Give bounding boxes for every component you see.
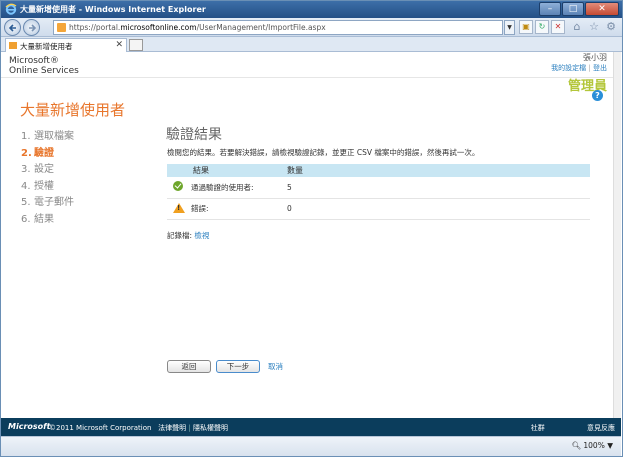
log-file-line: 記錄檔: 檢視	[167, 230, 209, 241]
minimize-button[interactable]: –	[539, 2, 561, 16]
tab-favicon-icon	[9, 42, 17, 49]
footer-separator: |	[188, 424, 191, 432]
table-row: 通過驗證的使用者: 5	[167, 177, 590, 199]
refresh-icon[interactable]: ↻	[535, 20, 549, 34]
step-settings: 3. 設定	[21, 164, 54, 175]
back-button[interactable]: 返回	[167, 360, 211, 373]
column-header-count: 數量	[287, 164, 590, 177]
log-file-label: 記錄檔:	[167, 231, 193, 240]
view-log-link[interactable]: 檢視	[194, 231, 209, 240]
feedback-link[interactable]: 意見反應	[587, 424, 615, 432]
page-content: Microsoft® Online Services 張小羽 我的設定檔 | 登…	[1, 52, 613, 418]
row-count: 5	[287, 177, 590, 199]
site-favicon-icon	[57, 23, 66, 32]
row-label: 錯誤:	[191, 198, 287, 220]
cancel-link[interactable]: 取消	[268, 361, 283, 372]
address-bar[interactable]: https://portal.microsoftonline.com/UserM…	[53, 20, 503, 35]
zoom-icon: 🔍︎	[571, 441, 581, 450]
table-header-row: 結果 數量	[167, 164, 590, 177]
tab-bar: 大量新增使用者 ✕	[1, 37, 622, 52]
table-row: 錯誤: 0	[167, 198, 590, 220]
title-bar: 大量新增使用者 - Windows Internet Explorer – □ …	[1, 1, 622, 18]
forward-nav-button[interactable]	[23, 19, 40, 36]
url-text: https://portal.microsoftonline.com/UserM…	[69, 23, 326, 32]
step-results: 6. 結果	[21, 213, 54, 225]
arrow-left-icon	[8, 24, 16, 32]
my-profile-link[interactable]: 我的設定檔	[551, 64, 586, 72]
microsoft-online-services-logo: Microsoft® Online Services	[9, 56, 79, 76]
new-tab-button[interactable]	[129, 39, 143, 51]
results-table: 結果 數量 通過驗證的使用者: 5 錯誤: 0	[167, 164, 590, 220]
page-description: 檢閱您的結果。若要解決錯誤，請檢視驗證記錄，並更正 CSV 檔案中的錯誤，然後再…	[167, 148, 480, 157]
step-verify: 2. 驗證	[21, 147, 54, 159]
wizard-title: 大量新增使用者	[20, 101, 126, 119]
header-divider	[1, 77, 613, 78]
help-icon[interactable]: ?	[592, 90, 603, 101]
maximize-button[interactable]: □	[562, 2, 584, 16]
step-email: 5. 電子郵件	[21, 197, 74, 208]
tab-label: 大量新增使用者	[20, 42, 73, 51]
row-label: 通過驗證的使用者:	[191, 177, 287, 199]
wizard-steps: 1. 選取檔案 2. 驗證 3. 設定 4. 授權 5. 電子郵件 6. 結果	[21, 127, 74, 226]
brand-line-1: Microsoft®	[9, 56, 59, 66]
page-title: 驗證結果	[166, 127, 222, 143]
warning-icon	[173, 202, 185, 213]
zoom-control[interactable]: 🔍︎ 100% ▼	[571, 441, 613, 450]
link-separator: |	[588, 64, 591, 72]
home-icon[interactable]: ⌂	[570, 19, 584, 35]
check-circle-icon	[173, 181, 183, 192]
copyright-text: ©2011 Microsoft Corporation	[49, 424, 152, 432]
step-licenses: 4. 授權	[21, 180, 54, 192]
user-name: 張小羽	[583, 53, 607, 62]
brand-line-2: Online Services	[9, 66, 79, 76]
user-box: 張小羽 我的設定檔 | 登出 管理員	[551, 52, 607, 94]
close-tab-icon[interactable]: ✕	[115, 40, 123, 50]
tools-gear-icon[interactable]: ⚙	[604, 19, 618, 35]
internet-explorer-icon	[5, 3, 17, 15]
back-nav-button[interactable]	[4, 19, 21, 36]
address-dropdown-button[interactable]: ▼	[504, 20, 515, 35]
arrow-right-icon	[29, 24, 37, 32]
community-link[interactable]: 社群	[531, 424, 545, 432]
microsoft-footer-logo: Microsoft	[8, 422, 51, 431]
column-header-result: 結果	[167, 164, 287, 177]
favorites-star-icon[interactable]: ☆	[587, 19, 601, 35]
close-window-button[interactable]: ✕	[585, 2, 619, 16]
next-button[interactable]: 下一步	[216, 360, 260, 373]
wizard-buttons: 返回 下一步 取消	[167, 360, 283, 373]
stop-icon[interactable]: ✕	[551, 20, 565, 34]
navigation-bar: https://portal.microsoftonline.com/UserM…	[1, 18, 622, 37]
row-count: 0	[287, 198, 590, 220]
page-footer: Microsoft ©2011 Microsoft Corporation 法律…	[1, 418, 621, 436]
lock-icon[interactable]: ▣	[519, 20, 533, 34]
sign-out-link[interactable]: 登出	[593, 64, 607, 72]
step-select-file: 1. 選取檔案	[21, 131, 74, 142]
vertical-scrollbar[interactable]	[613, 52, 621, 418]
status-bar: 🔍︎ 100% ▼	[1, 436, 621, 456]
browser-tab[interactable]: 大量新增使用者 ✕	[5, 38, 127, 52]
window-title: 大量新增使用者 - Windows Internet Explorer	[20, 5, 206, 14]
legal-link[interactable]: 法律聲明	[158, 424, 186, 432]
privacy-link[interactable]: 隱私權聲明	[193, 424, 228, 432]
